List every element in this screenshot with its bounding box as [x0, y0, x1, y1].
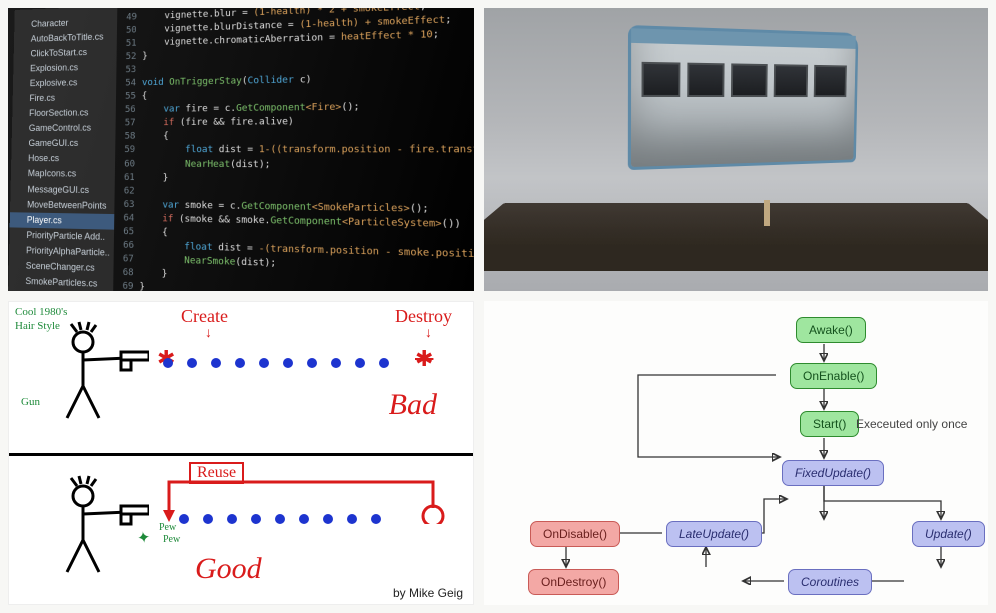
file-item: MessageGUI.cs — [10, 182, 114, 198]
destroy-star: ✱ — [415, 346, 433, 372]
bad-label: Bad — [389, 388, 437, 422]
node-update: Update() — [912, 521, 985, 547]
file-item: FloorSection.cs — [12, 105, 116, 121]
node-fixedupdate: FixedUpdate() — [782, 460, 884, 486]
code-editor-screenshot: CharacterAutoBackToTitle.csClickToStart.… — [8, 8, 474, 291]
unity-lifecycle-flowchart: Awake() OnEnable() Start() Execeuted onl… — [484, 301, 988, 605]
file-item: MoveBetweenPoints — [10, 197, 115, 214]
flow-arrows — [484, 301, 988, 605]
create-arrow: ↓ — [205, 326, 212, 342]
terrain — [484, 203, 988, 271]
hair-label-1: Cool 1980's — [15, 306, 67, 318]
stick-figure-top — [29, 320, 149, 430]
file-item: MapIcons.cs — [11, 166, 115, 182]
node-awake: Awake() — [796, 317, 866, 343]
object-pooling-sketch: Cool 1980's Hair Style Gun Create ↓ Dest… — [8, 301, 474, 605]
node-lateupdate: LateUpdate() — [666, 521, 762, 547]
file-item: Fire.cs — [13, 90, 117, 107]
node-ondestroy: OnDestroy() — [528, 569, 619, 595]
muzzle-star: ✦ — [136, 527, 152, 549]
bullet-dots-bottom — [179, 514, 381, 524]
destroy-label: Destroy — [395, 306, 452, 327]
node-coroutines: Coroutines — [788, 569, 872, 595]
file-explorer: CharacterAutoBackToTitle.csClickToStart.… — [8, 8, 117, 291]
note-start: Execeuted only once — [856, 417, 967, 431]
game-engine-screenshot — [484, 8, 988, 291]
bullet-dots-top — [163, 358, 389, 368]
create-label: Create — [181, 306, 228, 327]
destroy-arrow: ↓ — [425, 326, 432, 342]
node-ondisable: OnDisable() — [530, 521, 620, 547]
tram-car-model — [628, 25, 859, 170]
file-item: Hose.cs — [11, 151, 115, 167]
line-numbers: 49 50 51 52 53 54 55 56 57 58 59 60 61 6… — [113, 11, 143, 291]
good-label: Good — [195, 552, 262, 586]
byline: by Mike Geig — [393, 586, 463, 600]
source-code: vignette.blur = (1-health) * 2 + smokeEf… — [139, 8, 474, 291]
npc-legs — [764, 200, 770, 226]
pew-1: Pew — [159, 522, 176, 533]
file-item: Explosive.cs — [13, 75, 117, 92]
node-onenable: OnEnable() — [790, 363, 877, 389]
pew-2: Pew — [163, 534, 180, 545]
stick-figure-bottom — [29, 474, 149, 584]
file-item: GameGUI.cs — [11, 136, 115, 151]
file-item: GameControl.cs — [12, 121, 116, 137]
node-start: Start() — [800, 411, 859, 437]
